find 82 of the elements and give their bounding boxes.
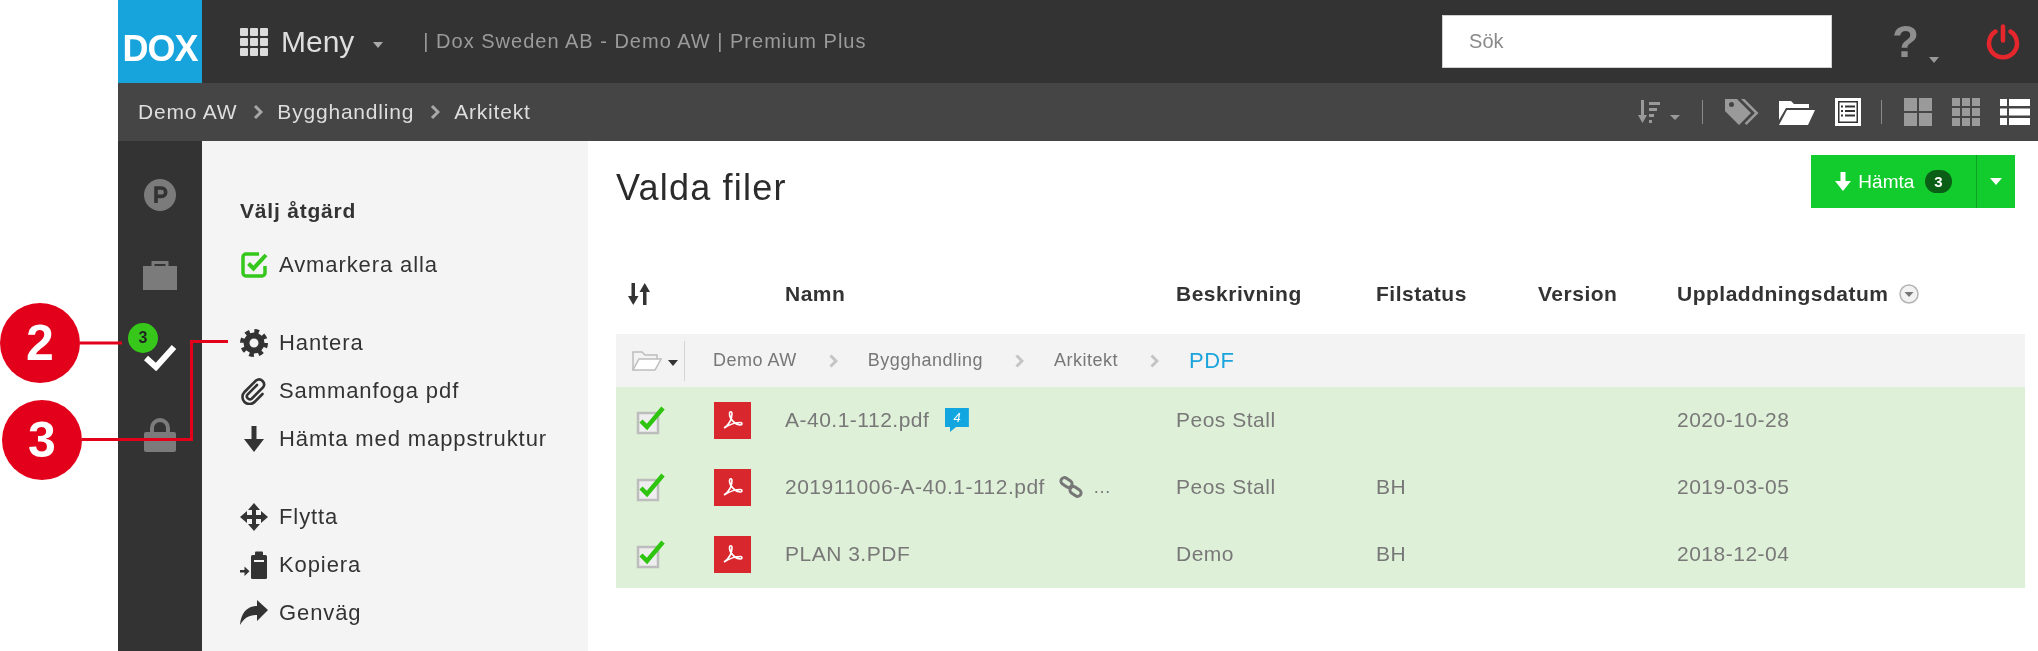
list-view-icon[interactable] — [2000, 99, 2030, 125]
chevron-right-icon — [430, 104, 441, 120]
panel-title: Välj åtgärd — [240, 198, 358, 224]
chevron-right-icon — [1014, 353, 1024, 368]
briefcase-icon[interactable] — [143, 260, 177, 290]
table-cell: 2020-10-28 — [1677, 408, 1790, 431]
column-header[interactable]: Namn — [785, 282, 846, 306]
checkmark-icon[interactable] — [143, 343, 177, 371]
table-cell: 2019-03-05 — [1677, 475, 1790, 498]
column-header[interactable]: Filstatus — [1376, 282, 1467, 306]
table-row[interactable]: A-40.1-112.pdf 4 Peos Stall 2020-10-28 — [616, 387, 2025, 454]
breadcrumb-link[interactable]: Demo AW — [138, 100, 238, 124]
action-item[interactable]: Hämta med mappstruktur — [240, 415, 547, 463]
move-arrows-icon — [240, 503, 268, 531]
breadcrumb-link[interactable]: Arkitekt — [454, 100, 531, 124]
chevron-right-icon — [253, 104, 264, 120]
table-row[interactable]: PLAN 3.PDF Demo BH 2018-12-04 — [616, 521, 2025, 588]
power-icon[interactable] — [1985, 23, 2021, 60]
checkbox-icon — [240, 251, 268, 279]
dropdown-toggle-button[interactable] — [1976, 155, 2015, 208]
table-cell: 2018-12-04 — [1677, 542, 1790, 565]
folder-icon[interactable] — [632, 349, 662, 372]
column-header[interactable]: Version — [1538, 282, 1618, 306]
action-item[interactable]: Flytta — [240, 493, 339, 541]
table-cell: BH — [1376, 542, 1407, 565]
count-badge: 3 — [128, 323, 158, 353]
caret-down-icon — [1929, 56, 1939, 63]
row-checkbox[interactable] — [636, 405, 666, 435]
table-cell: Peos Stall — [1176, 475, 1276, 498]
chevron-right-icon — [828, 353, 838, 368]
caret-down-icon — [1990, 178, 2002, 185]
paperclip-icon — [240, 377, 268, 405]
parking-icon[interactable] — [144, 179, 176, 211]
table-cell: Demo — [1176, 542, 1235, 565]
action-item[interactable]: Kopiera — [240, 541, 362, 589]
dropdown-circle-icon[interactable] — [1898, 284, 1919, 304]
folder-path-link[interactable]: Bygghandling — [867, 350, 983, 371]
file-name-link[interactable]: PLAN 3.PDF — [785, 542, 911, 566]
folder-path-link[interactable]: Demo AW — [713, 350, 797, 371]
caret-down-icon — [373, 41, 384, 48]
large-grid-view-icon[interactable] — [1904, 98, 1932, 126]
row-checkbox[interactable] — [636, 472, 666, 502]
clipboard-paste-icon — [240, 551, 268, 579]
action-item[interactable]: Hantera — [240, 319, 364, 367]
account-info: | Dox Sweden AB - Demo AW | Premium Plus — [423, 30, 867, 53]
column-header[interactable]: Beskrivning — [1176, 282, 1302, 306]
pdf-file-icon — [714, 401, 751, 439]
download-arrow-icon — [1835, 171, 1852, 192]
search-field[interactable]: Sök — [1442, 15, 1833, 68]
table-cell: BH — [1376, 475, 1407, 498]
file-name-link[interactable]: A-40.1-112.pdf — [785, 408, 930, 432]
pdf-file-icon — [714, 535, 751, 573]
menu-button[interactable]: Meny — [240, 24, 384, 59]
callout-marker: 3 — [2, 400, 82, 480]
grid-menu-icon — [240, 27, 268, 56]
gear-icon — [240, 329, 268, 357]
row-checkbox[interactable] — [636, 539, 666, 569]
breadcrumb-link[interactable]: Bygghandling — [277, 100, 415, 124]
file-name-link[interactable]: 201911006-A-40.1-112.pdf — [785, 475, 1045, 499]
caret-down-icon — [668, 359, 678, 366]
small-grid-view-icon[interactable] — [1952, 98, 1980, 126]
lock-icon[interactable] — [144, 418, 176, 452]
count-badge: 3 — [1925, 170, 1952, 193]
share-arrow-icon — [240, 599, 268, 627]
page-title: Valda filer — [616, 166, 787, 209]
callout-marker: 2 — [0, 303, 80, 383]
folder-open-icon[interactable] — [1779, 98, 1815, 126]
details-list-icon[interactable] — [1835, 98, 1861, 126]
table-row[interactable]: 201911006-A-40.1-112.pdf … Peos Stall BH 2019-03-05 — [616, 454, 2025, 521]
sort-icon[interactable] — [628, 283, 650, 305]
overflow-ellipsis[interactable]: … — [1092, 476, 1112, 498]
action-item[interactable]: Avmarkera alla — [240, 241, 438, 289]
tag-icon[interactable] — [1725, 98, 1759, 126]
download-button[interactable]: Hämta 3 — [1811, 155, 1976, 208]
pdf-file-icon — [714, 468, 751, 506]
action-item[interactable]: Sammanfoga pdf — [240, 367, 460, 415]
action-item[interactable]: Genväg — [240, 589, 362, 637]
column-header[interactable]: Uppladdningsdatum — [1677, 282, 1889, 306]
table-cell: Peos Stall — [1176, 408, 1276, 431]
help-button[interactable]: ? — [1892, 18, 1939, 65]
chevron-right-icon — [1149, 353, 1159, 368]
folder-path-link[interactable]: Arkitekt — [1053, 350, 1118, 371]
